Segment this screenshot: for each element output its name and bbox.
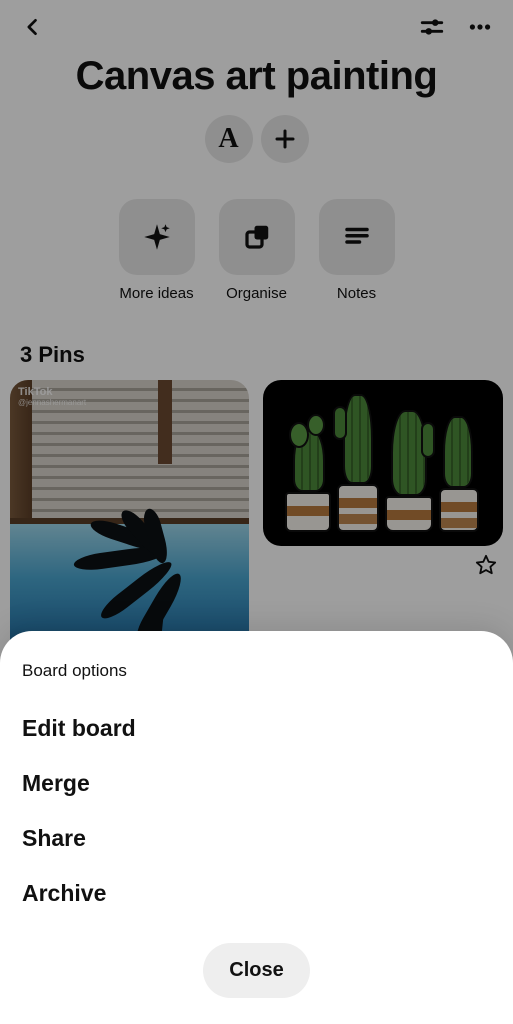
board-title: Canvas art painting <box>0 48 513 111</box>
sheet-item-archive[interactable]: Archive <box>22 866 491 921</box>
chevron-left-icon <box>23 17 43 37</box>
sheet-title: Board options <box>22 661 491 681</box>
sheet-item-merge[interactable]: Merge <box>22 756 491 811</box>
organise-label: Organise <box>226 285 287 302</box>
organise-button[interactable] <box>219 199 295 275</box>
sparkle-icon <box>140 220 174 254</box>
filter-button[interactable] <box>419 14 445 40</box>
sheet-item-share[interactable]: Share <box>22 811 491 866</box>
more-button[interactable] <box>467 14 493 40</box>
top-bar <box>0 0 513 48</box>
star-icon <box>475 554 497 576</box>
watermark: TikTok @jennashermanart <box>18 386 86 407</box>
board-actions: More ideas Organise <box>0 199 513 302</box>
sliders-icon <box>419 14 445 40</box>
organise-icon <box>242 222 272 252</box>
sheet-item-edit[interactable]: Edit board <box>22 701 491 756</box>
back-button[interactable] <box>20 14 46 40</box>
avatar[interactable]: A <box>205 115 253 163</box>
notes-button[interactable] <box>319 199 395 275</box>
ellipsis-icon <box>467 14 493 40</box>
add-collaborator-button[interactable] <box>261 115 309 163</box>
more-ideas-button[interactable] <box>119 199 195 275</box>
notes-icon <box>342 222 372 252</box>
collaborators-row: A <box>0 115 513 163</box>
plus-icon <box>273 127 297 151</box>
more-ideas-label: More ideas <box>119 285 193 302</box>
close-button[interactable]: Close <box>203 943 309 998</box>
bottom-sheet: Board options Edit board Merge Share Arc… <box>0 631 513 1024</box>
notes-label: Notes <box>337 285 376 302</box>
favorite-button[interactable] <box>475 554 497 576</box>
pin-item[interactable] <box>263 380 503 546</box>
pins-count: 3 Pins <box>0 302 513 380</box>
